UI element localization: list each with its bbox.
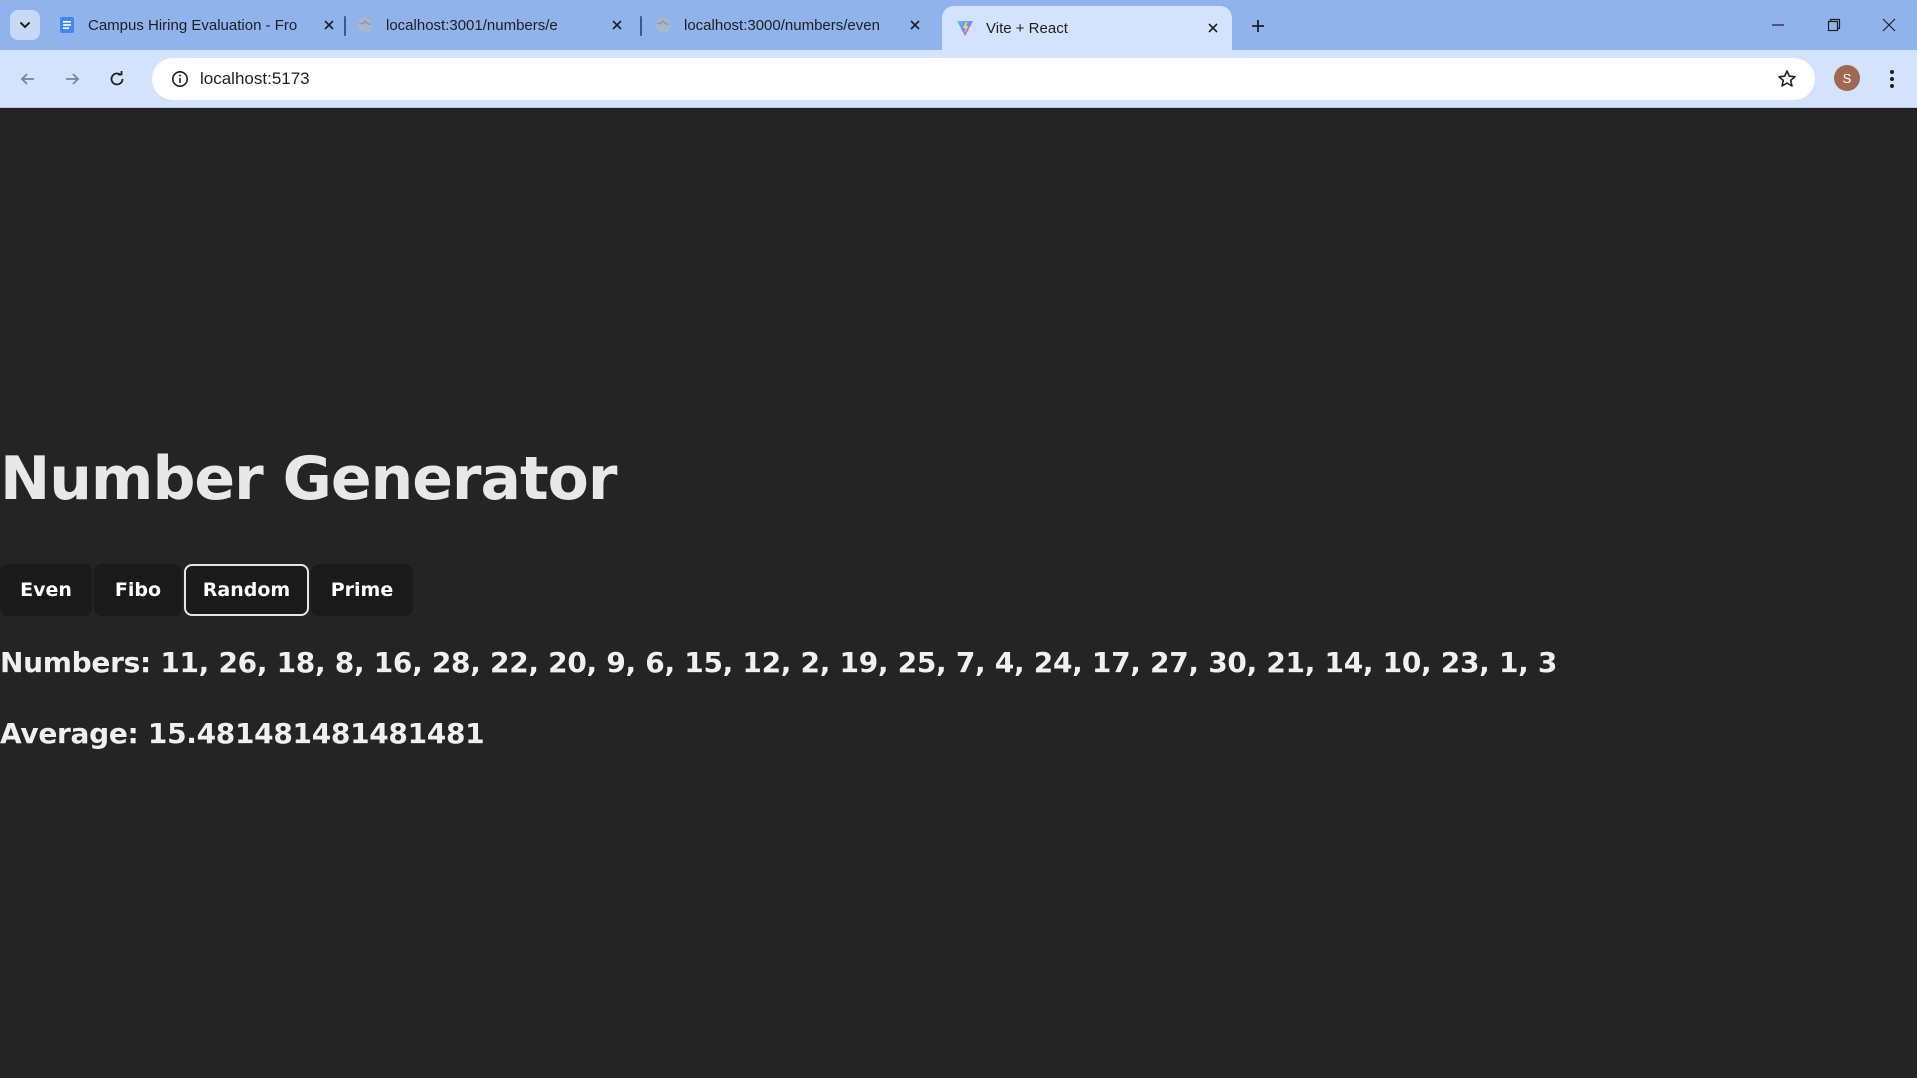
fibo-button[interactable]: Fibo — [94, 564, 182, 616]
close-icon[interactable] — [1202, 17, 1224, 39]
generator-button-group: Even Fibo Random Prime — [0, 564, 415, 616]
arrow-left-icon — [20, 73, 34, 85]
tab-separator — [344, 16, 346, 36]
numbers-value: 11, 26, 18, 8, 16, 28, 22, 20, 9, 6, 15,… — [160, 646, 1558, 679]
tab-title: localhost:3001/numbers/e — [386, 16, 558, 34]
tab-localhost-3000[interactable]: localhost:3000/numbers/even — [654, 0, 926, 50]
tab-localhost-3001[interactable]: localhost:3001/numbers/e — [356, 0, 628, 50]
close-icon[interactable] — [904, 14, 926, 36]
average-label: Average: — [0, 717, 139, 750]
restore-button[interactable] — [1806, 0, 1862, 50]
vite-icon — [956, 19, 974, 37]
back-button[interactable] — [12, 63, 44, 95]
prime-button[interactable]: Prime — [311, 564, 413, 616]
reload-button[interactable] — [101, 63, 133, 95]
url-input[interactable] — [200, 69, 1767, 89]
address-bar[interactable] — [152, 58, 1815, 100]
tab-separator — [640, 16, 642, 36]
tab-title: Campus Hiring Evaluation - Fro — [88, 16, 298, 34]
random-button[interactable]: Random — [184, 564, 309, 616]
globe-icon — [654, 16, 672, 34]
page-title: Number Generator — [0, 444, 617, 514]
reload-icon — [110, 71, 124, 86]
close-icon — [1882, 18, 1896, 32]
docs-icon — [58, 16, 76, 34]
site-info-icon[interactable] — [160, 58, 200, 100]
minimize-icon — [1772, 24, 1784, 26]
close-window-button[interactable] — [1861, 0, 1917, 50]
globe-icon — [356, 16, 374, 34]
tab-search-button[interactable] — [10, 10, 40, 40]
arrow-right-icon — [66, 73, 80, 85]
close-icon[interactable] — [606, 14, 628, 36]
minimize-button[interactable] — [1750, 0, 1806, 50]
even-button[interactable]: Even — [0, 564, 92, 616]
close-icon[interactable] — [318, 14, 340, 36]
kebab-menu-icon — [1890, 70, 1894, 88]
tab-vite-react[interactable]: Vite + React — [942, 6, 1232, 50]
page-content: Number Generator Even Fibo Random Prime … — [0, 109, 1917, 1078]
browser-menu-button[interactable] — [1880, 63, 1904, 95]
numbers-output: Numbers: 11, 26, 18, 8, 16, 28, 22, 20, … — [0, 646, 1557, 679]
profile-avatar[interactable]: S — [1834, 65, 1860, 91]
forward-button[interactable] — [56, 63, 88, 95]
tab-title: Vite + React — [986, 19, 1068, 37]
browser-toolbar: S — [0, 50, 1917, 108]
average-output: Average: 15.481481481481481 — [0, 717, 485, 750]
new-tab-button[interactable] — [1244, 12, 1272, 40]
numbers-label: Numbers: — [0, 646, 151, 679]
tab-campus-hiring[interactable]: Campus Hiring Evaluation - Fro — [58, 0, 340, 50]
plus-icon — [1252, 20, 1264, 32]
restore-icon — [1827, 18, 1841, 32]
tab-title: localhost:3000/numbers/even — [684, 16, 880, 34]
bookmark-star-icon[interactable] — [1767, 58, 1807, 100]
chevron-down-icon — [20, 22, 30, 29]
tab-strip: Campus Hiring Evaluation - Fro localhost… — [0, 0, 1917, 50]
average-value: 15.481481481481481 — [147, 717, 485, 750]
